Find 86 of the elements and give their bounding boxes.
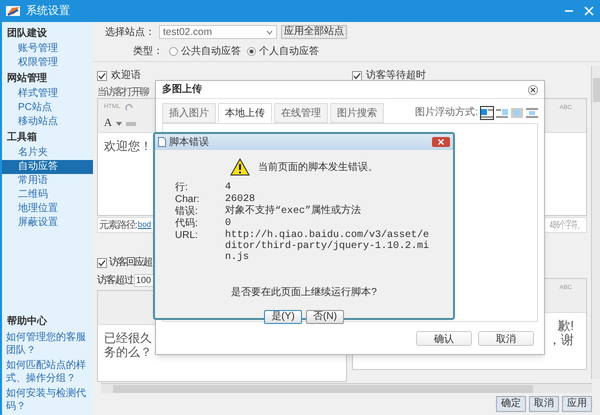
help-link[interactable]: 如何匹配站点的样式、操作分组？ bbox=[2, 359, 93, 385]
warning-icon bbox=[230, 158, 250, 176]
footer-button[interactable]: 取消 bbox=[529, 396, 559, 412]
detail-label: 行: bbox=[175, 182, 189, 194]
radio-button[interactable] bbox=[247, 46, 256, 56]
undo-icon[interactable] bbox=[124, 104, 134, 112]
sidebar-item[interactable]: PC站点 bbox=[2, 101, 93, 115]
sidebar-item[interactable]: 账号管理 bbox=[2, 42, 93, 56]
checkbox[interactable] bbox=[97, 70, 107, 80]
field-label: 类型： bbox=[133, 44, 163, 58]
editor-text: 务的么？ bbox=[104, 345, 152, 359]
float-mode-label: 图片浮动方式: bbox=[415, 106, 478, 120]
help-title: 帮助中心 bbox=[6, 314, 48, 329]
field-label: 访客超过 bbox=[97, 274, 133, 288]
tab[interactable]: 图片搜索 bbox=[330, 103, 384, 123]
tab[interactable]: 插入图片 bbox=[162, 103, 216, 123]
footer-button[interactable]: 确定 bbox=[496, 396, 526, 412]
scroll-thumb[interactable] bbox=[592, 78, 600, 102]
element-path-label: 元素路径: bbox=[99, 218, 137, 232]
checkbox[interactable] bbox=[352, 70, 362, 80]
checkbox-label: 欢迎语 bbox=[111, 68, 141, 83]
close-button[interactable] bbox=[432, 137, 450, 147]
help-link[interactable]: 如何管理您的客服团队？ bbox=[2, 331, 93, 357]
dialog-button[interactable]: 确认 bbox=[416, 330, 472, 346]
checkbox-label: 访客回应超 bbox=[109, 256, 152, 270]
dialog-button[interactable]: 是(Y) bbox=[264, 310, 302, 324]
site-select[interactable]: test02.com bbox=[159, 25, 277, 39]
sidebar-item[interactable]: 名片夹 bbox=[2, 146, 93, 160]
apply-all-button[interactable]: 应用全部站点 bbox=[281, 25, 347, 39]
vertical-scrollbar[interactable] bbox=[591, 66, 600, 379]
dialog-button[interactable]: 取消 bbox=[478, 330, 534, 346]
footer-button[interactable]: 应用 bbox=[562, 396, 592, 412]
detail-value: 对象不支持“exec”属性或方法 bbox=[225, 206, 362, 218]
tab[interactable]: 在线管理 bbox=[274, 103, 328, 123]
sidebar-group-title: 网站管理 bbox=[6, 72, 48, 86]
radio-label: 个人自动应答 bbox=[259, 44, 319, 58]
sidebar-item[interactable]: 自动应答 bbox=[2, 160, 93, 174]
caret-icon bbox=[266, 30, 273, 34]
sidebar-item[interactable]: 移动站点 bbox=[2, 115, 93, 129]
editor-text: 歉! bbox=[557, 319, 574, 333]
sidebar-group-title: 团队建设 bbox=[6, 26, 48, 41]
sidebar-item[interactable]: 样式管理 bbox=[2, 87, 93, 101]
detail-label: 错误: bbox=[175, 206, 199, 218]
detail-label: Char: bbox=[175, 194, 200, 206]
editor-text: 已经很久 bbox=[104, 331, 152, 345]
dialog-button[interactable]: 否(N) bbox=[306, 310, 344, 324]
sidebar-item[interactable]: 二维码 bbox=[2, 188, 93, 202]
sidebar-item[interactable]: 地理位置 bbox=[2, 202, 93, 216]
check-icon bbox=[98, 72, 106, 80]
detail-value: 4 bbox=[225, 182, 232, 194]
scroll-thumb[interactable] bbox=[113, 384, 533, 392]
check-icon bbox=[353, 72, 361, 80]
detail-value: 26028 bbox=[225, 194, 256, 205]
check-icon bbox=[98, 258, 106, 266]
sidebar-item[interactable]: 权限管理 bbox=[2, 56, 93, 70]
field-label: 选择站点： bbox=[105, 26, 155, 40]
element-path-link[interactable]: bod bbox=[138, 219, 152, 231]
radio-label: 公共自动应答 bbox=[181, 44, 241, 58]
detail-value: http://h.qiao.baidu.com/v3/asset/editor/third-party/jquery-1.10.2.min.js bbox=[225, 230, 430, 263]
checkbox-label: 访客等待超时 bbox=[366, 68, 426, 83]
window-title: 系统设置 bbox=[26, 4, 71, 19]
sidebar-group-title: 工具箱 bbox=[6, 130, 38, 145]
question-text: 是否要在此页面上继续运行脚本? bbox=[230, 286, 378, 300]
checkbox[interactable] bbox=[97, 258, 107, 268]
tab[interactable]: 本地上传 bbox=[218, 103, 272, 123]
detail-label: URL: bbox=[175, 230, 199, 243]
editor-text: ，谢 bbox=[548, 333, 574, 347]
hint-text: 当访客打开聊 bbox=[97, 86, 148, 98]
editor-text: 欢迎您！ bbox=[104, 138, 152, 155]
character-count: 486个字符。 bbox=[550, 218, 584, 232]
app-logo-icon bbox=[6, 5, 20, 17]
caret-icon[interactable] bbox=[116, 122, 122, 126]
dialog-title: 脚本错误 bbox=[169, 136, 210, 150]
sidebar-item[interactable]: 屏蔽设置 bbox=[2, 216, 93, 230]
document-icon bbox=[158, 137, 166, 147]
radio-button[interactable] bbox=[169, 46, 178, 56]
horizontal-scrollbar[interactable] bbox=[101, 383, 592, 393]
help-link[interactable]: 如何安装与检测代码？ bbox=[2, 387, 93, 413]
font-color-button[interactable]: A bbox=[104, 118, 112, 129]
dialog-title: 多图上传 bbox=[162, 82, 203, 97]
error-message: 当前页面的脚本发生错误。 bbox=[258, 160, 378, 174]
float-mode-icon[interactable] bbox=[481, 106, 493, 118]
sidebar-item[interactable]: 常用语 bbox=[2, 174, 93, 188]
detail-value: 0 bbox=[225, 218, 232, 230]
close-icon[interactable] bbox=[528, 84, 538, 94]
detail-label: 代码: bbox=[175, 218, 199, 230]
